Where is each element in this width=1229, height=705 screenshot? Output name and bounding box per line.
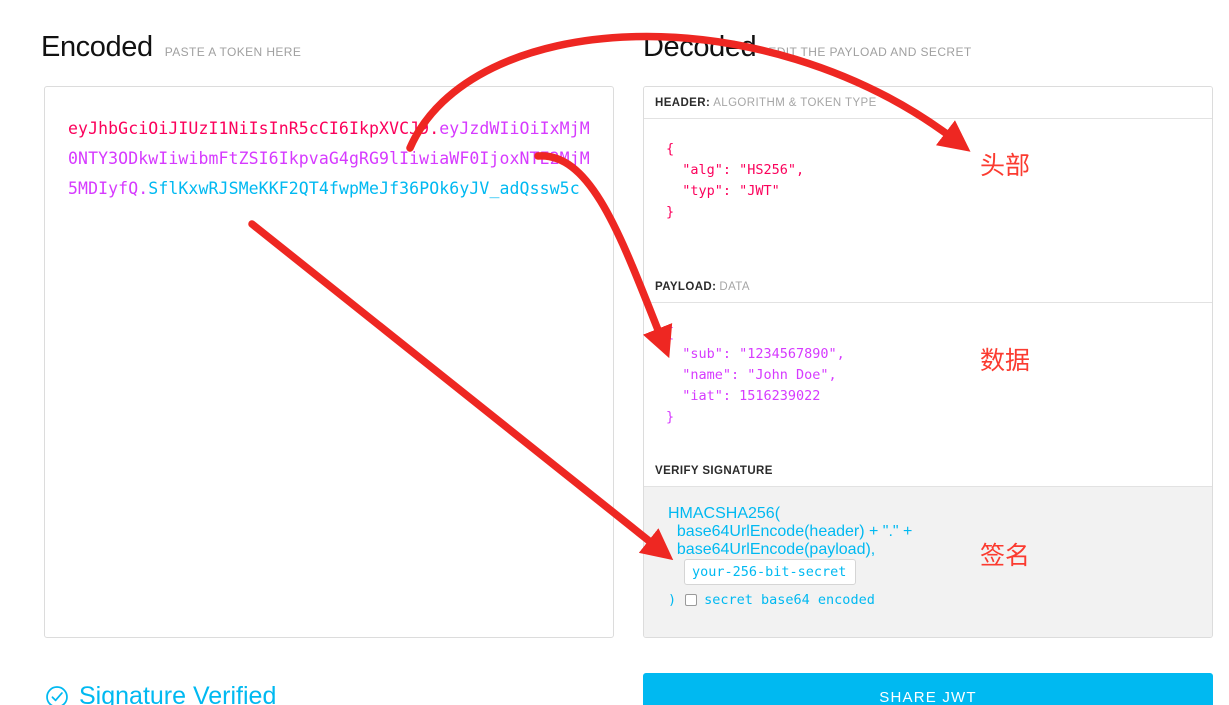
decoded-panel: HEADER:ALGORITHM & TOKEN TYPE { "alg": "… — [643, 86, 1213, 638]
encoded-title: Encoded — [41, 31, 153, 64]
encoded-column-heading: Encoded PASTE A TOKEN HERE — [41, 31, 301, 64]
encoded-subtitle: PASTE A TOKEN HERE — [165, 45, 302, 59]
token-dot-2: . — [138, 179, 148, 198]
secret-base64-checkbox[interactable] — [685, 594, 697, 606]
signature-verified-status: Signature Verified — [44, 682, 276, 705]
header-label-sub: ALGORITHM & TOKEN TYPE — [713, 97, 876, 109]
payload-section-label: PAYLOAD:DATA — [644, 271, 1212, 303]
encoded-token-panel[interactable]: eyJhbGciOiJIUzI1NiIsInR5cCI6IkpXVCJ9.eyJ… — [44, 86, 614, 638]
base64-checkbox-row: ) secret base64 encoded — [668, 592, 1212, 608]
check-circle-icon — [44, 684, 70, 705]
hmac-line-3: base64UrlEncode(payload), — [668, 541, 1212, 559]
annotation-header-note: 头部 — [980, 146, 1030, 182]
decoded-subtitle: EDIT THE PAYLOAD AND SECRET — [768, 45, 971, 59]
annotation-payload-note: 数据 — [980, 341, 1030, 377]
payload-json-editor[interactable]: { "sub": "1234567890", "name": "John Doe… — [644, 303, 1212, 455]
secret-base64-label[interactable]: secret base64 encoded — [704, 592, 875, 608]
decoded-title: Decoded — [643, 31, 756, 64]
payload-label-sub: DATA — [719, 281, 750, 293]
header-json-editor[interactable]: { "alg": "HS256", "typ": "JWT" } — [644, 119, 1212, 271]
signature-verified-text: Signature Verified — [79, 682, 276, 705]
annotation-signature-note: 签名 — [980, 536, 1030, 572]
header-label-text: HEADER: — [655, 97, 710, 109]
signature-label-text: VERIFY SIGNATURE — [655, 465, 773, 477]
hmac-line-2: base64UrlEncode(header) + "." + — [668, 523, 1212, 541]
decoded-column-heading: Decoded EDIT THE PAYLOAD AND SECRET — [643, 31, 972, 64]
token-header-segment: eyJhbGciOiJIUzI1NiIsInR5cCI6IkpXVCJ9 — [68, 119, 429, 138]
signature-verifier: HMACSHA256( base64UrlEncode(header) + ".… — [644, 487, 1212, 638]
header-section-label: HEADER:ALGORITHM & TOKEN TYPE — [644, 87, 1212, 119]
token-dot-1: . — [429, 119, 439, 138]
token-signature-segment: SflKxwRJSMeKKF2QT4fwpMeJf36POk6yJV_adQss… — [148, 179, 579, 198]
payload-label-text: PAYLOAD: — [655, 281, 716, 293]
share-jwt-label: SHARE JWT — [879, 689, 976, 705]
share-jwt-button[interactable]: SHARE JWT — [643, 673, 1213, 705]
hmac-line-1: HMACSHA256( — [668, 505, 1212, 523]
closing-paren: ) — [668, 592, 676, 608]
encoded-token-text[interactable]: eyJhbGciOiJIUzI1NiIsInR5cCI6IkpXVCJ9.eyJ… — [68, 114, 599, 204]
signature-section-label: VERIFY SIGNATURE — [644, 455, 1212, 487]
secret-input[interactable]: your-256-bit-secret — [684, 559, 856, 585]
jwt-debugger-page: Encoded PASTE A TOKEN HERE eyJhbGciOiJIU… — [0, 0, 1229, 705]
